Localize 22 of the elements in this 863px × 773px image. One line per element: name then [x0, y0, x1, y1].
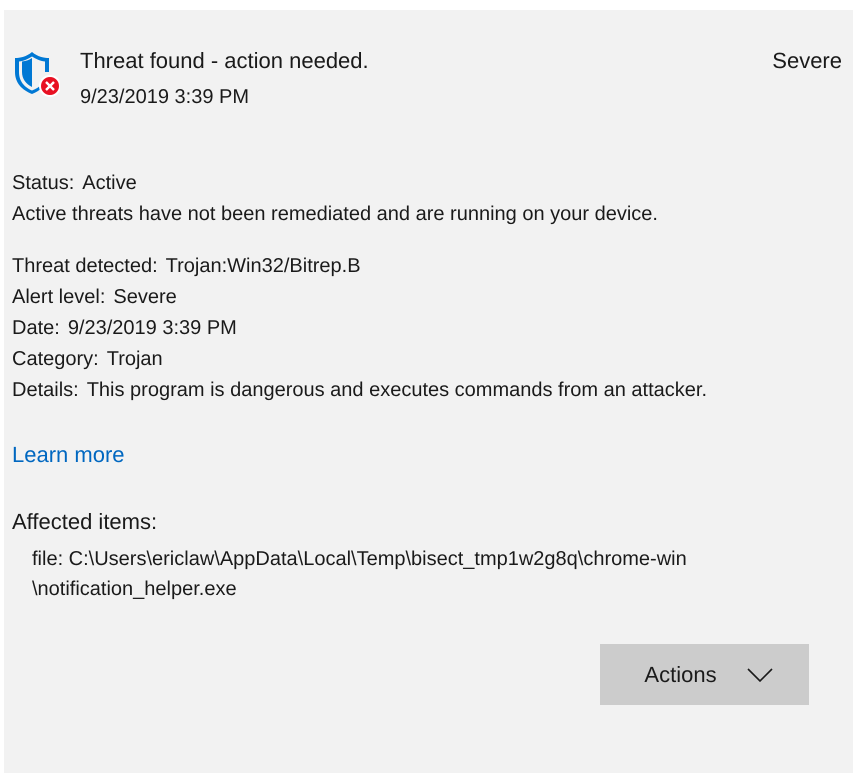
field-label: Alert level:: [12, 285, 106, 310]
field-label: Threat detected:: [12, 254, 158, 279]
field-label: Details:: [12, 378, 79, 403]
field-label: Category:: [12, 347, 99, 372]
file-path: file: C:\Users\ericlaw\AppData\Local\Temp\bisect_tmp1w2g8q\chrome-win: [32, 547, 687, 572]
field-value: This program is dangerous and executes commands from an attacker.: [86, 378, 708, 403]
file-path: \notification_helper.exe: [32, 577, 237, 602]
learn-more-link[interactable]: Learn more: [12, 439, 125, 471]
severity-label: Severe: [772, 48, 842, 74]
field-value: Trojan:Win32/Bitrep.B: [166, 254, 361, 279]
field-value: Severe: [113, 285, 177, 310]
actions-button[interactable]: Actions: [600, 644, 809, 705]
field-value: Trojan: [106, 347, 163, 372]
field-value: Active: [82, 171, 137, 196]
field-value: 9/23/2019 3:39 PM: [68, 316, 237, 341]
field-label: Date:: [12, 316, 60, 341]
alert-date: 9/23/2019 3:39 PM: [80, 85, 250, 110]
status-description: Active threats have not been remediated and are running on your device.: [12, 202, 659, 227]
chevron-down-icon: [746, 668, 773, 682]
alert-title: Threat found - action needed.: [80, 48, 370, 74]
affected-items-heading: Affected items:: [12, 508, 158, 536]
field-label: Status:: [12, 171, 74, 196]
